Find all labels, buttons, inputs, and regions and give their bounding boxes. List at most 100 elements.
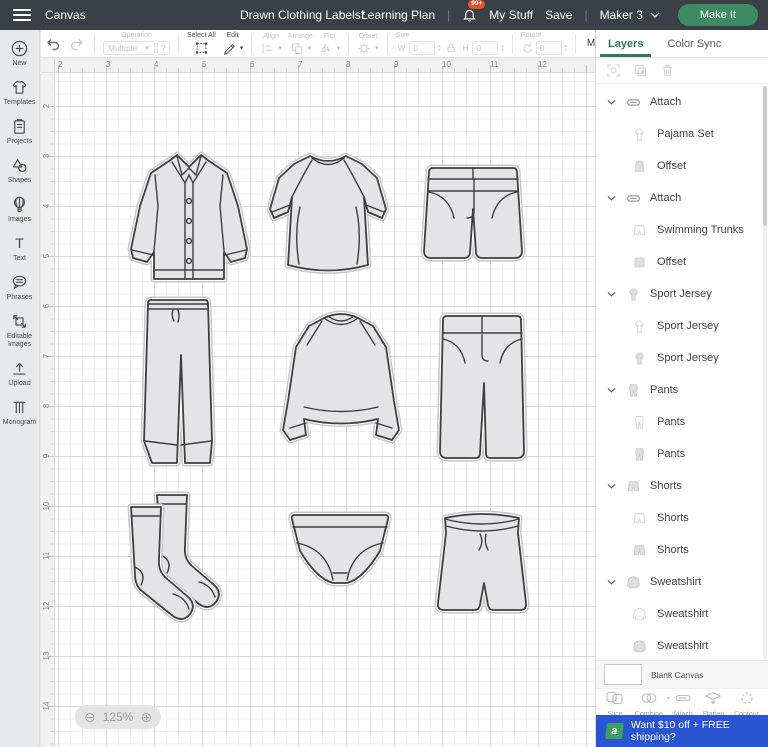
- sidebar-item-templates[interactable]: Templates: [0, 77, 40, 107]
- sidebar-item-upload[interactable]: Upload: [0, 358, 40, 388]
- layer-item-sport-jersey[interactable]: Sport Jersey: [596, 310, 768, 342]
- duplicate-icon[interactable]: [633, 63, 648, 78]
- sidebar-item-text[interactable]: TText: [0, 233, 40, 263]
- layer-item-shorts[interactable]: Shorts: [596, 502, 768, 534]
- canvas-object-underwear[interactable]: [283, 509, 397, 589]
- panel-scrollbar[interactable]: [763, 86, 767, 660]
- chevron-down-icon[interactable]: [606, 483, 616, 489]
- layer-group-sweatshirt[interactable]: Sweatshirt: [596, 566, 768, 598]
- layer-group-attach[interactable]: Attach: [596, 182, 768, 214]
- ruler-v-number: 3: [42, 149, 52, 163]
- slice-button[interactable]: Slice: [605, 691, 625, 718]
- sidebar-item-new[interactable]: New: [0, 38, 40, 68]
- rotate-stepper[interactable]: ▴▾: [565, 44, 567, 53]
- select-all-button[interactable]: Select All: [184, 31, 219, 56]
- learning-plan-link[interactable]: Learning Plan: [361, 8, 435, 22]
- sidebar-item-phrases[interactable]: Phrases: [0, 272, 40, 302]
- layer-item-pajama-set[interactable]: Pajama Set: [596, 118, 768, 150]
- width-stepper[interactable]: ▴▾: [438, 44, 440, 53]
- width-label: W: [398, 44, 406, 53]
- zoom-in-icon[interactable]: ⊕: [140, 709, 152, 726]
- sidebar-item-editable-images[interactable]: Editable Images: [0, 311, 40, 349]
- chevron-down-icon[interactable]: [606, 195, 616, 201]
- canvas-object-socks[interactable]: [121, 489, 233, 627]
- redo-button[interactable]: [65, 37, 89, 51]
- arrange-button[interactable]: Arrange ▾: [285, 32, 316, 56]
- group-select-icon[interactable]: [606, 63, 621, 78]
- notifications-button[interactable]: 99+: [462, 8, 477, 23]
- menu-icon[interactable]: [13, 9, 31, 21]
- canvas-menu-item[interactable]: Canvas: [45, 8, 86, 22]
- promo-banner[interactable]: a Want $10 off + FREE shipping?: [596, 715, 768, 747]
- rotate-input[interactable]: [536, 41, 562, 55]
- layer-item-offset[interactable]: Offset: [596, 246, 768, 278]
- machine-selector[interactable]: Maker 3: [600, 8, 660, 22]
- flatten-button[interactable]: Flatten: [703, 691, 724, 718]
- canvas-object-pants[interactable]: [437, 311, 527, 469]
- operation-select[interactable]: Multiple ▾: [103, 41, 155, 55]
- layer-group-pants[interactable]: Pants: [596, 374, 768, 406]
- text-icon: T: [15, 233, 24, 253]
- layer-item-sweatshirt[interactable]: Sweatshirt: [596, 598, 768, 630]
- chevron-down-icon: [650, 12, 660, 18]
- layer-group-shorts[interactable]: Shorts: [596, 470, 768, 502]
- delete-icon[interactable]: [660, 63, 675, 78]
- canvas-object-pajama-pants[interactable]: [137, 295, 219, 471]
- layer-item-label: Shorts: [657, 512, 689, 524]
- canvas-object-shorts[interactable]: [419, 161, 527, 271]
- save-button[interactable]: Save: [545, 8, 572, 22]
- layer-item-offset[interactable]: Offset: [596, 150, 768, 182]
- chevron-down-icon[interactable]: [606, 291, 616, 297]
- canvas-object-sweatshirt[interactable]: [277, 309, 405, 453]
- layer-group-attach[interactable]: Attach: [596, 86, 768, 118]
- top-header: Canvas Drawn Clothing Labels* Learning P…: [0, 0, 768, 30]
- sidebar-item-shapes[interactable]: Shapes: [0, 155, 40, 185]
- layer-tools: [596, 58, 768, 84]
- layer-item-shorts[interactable]: Shorts: [596, 534, 768, 566]
- canvas-grid[interactable]: ⊖ 125% ⊕: [55, 73, 595, 747]
- phrases-icon: [10, 272, 29, 292]
- canvas-object-sport-jersey[interactable]: [265, 149, 391, 281]
- attach-button[interactable]: Attach: [673, 691, 693, 718]
- blank-canvas-row[interactable]: Blank Canvas: [596, 660, 768, 688]
- ruler-v-number: 8: [42, 399, 52, 413]
- sidebar-item-monogram[interactable]: Monogram: [0, 397, 40, 427]
- layer-item-sport-jersey[interactable]: Sport Jersey: [596, 342, 768, 374]
- edit-button[interactable]: Edit ▾: [219, 31, 247, 56]
- sidebar-item-images[interactable]: Images: [0, 194, 40, 224]
- height-input[interactable]: [472, 41, 498, 55]
- layer-item-swimming-trunks[interactable]: Swimming Trunks: [596, 214, 768, 246]
- align-button[interactable]: Align ▾: [257, 32, 285, 56]
- layer-item-sweatshirt[interactable]: Sweatshirt: [596, 630, 768, 660]
- ruler-h-number: 2: [58, 60, 62, 69]
- chevron-down-icon[interactable]: [606, 99, 616, 105]
- design-canvas[interactable]: 23456789101112 234567891011121314: [41, 59, 595, 747]
- zoom-out-icon[interactable]: ⊖: [84, 709, 96, 726]
- undo-button[interactable]: [41, 37, 65, 51]
- layer-item-pants[interactable]: Pants: [596, 406, 768, 438]
- lock-icon[interactable]: [445, 42, 457, 54]
- width-input[interactable]: [409, 41, 435, 55]
- layer-item-pants[interactable]: Pants: [596, 438, 768, 470]
- layer-group-sport-jersey[interactable]: Sport Jersey: [596, 278, 768, 310]
- height-stepper[interactable]: ▴▾: [501, 44, 503, 53]
- scrollbar-thumb[interactable]: [763, 86, 767, 226]
- sidebar-item-label: Upload: [8, 380, 30, 388]
- chevron-down-icon[interactable]: [606, 579, 616, 585]
- contour-button[interactable]: Contour: [734, 691, 759, 718]
- flip-button[interactable]: Flip ▾: [316, 32, 344, 56]
- canvas-object-pajama-top[interactable]: [125, 151, 253, 287]
- offset-button[interactable]: Offset ▾: [354, 32, 382, 56]
- operation-help-button[interactable]: ?: [157, 41, 170, 55]
- pants-filled-icon: [624, 381, 642, 399]
- combine-button[interactable]: Combine▾: [635, 691, 663, 718]
- sidebar-item-label: Shapes: [8, 177, 32, 185]
- my-stuff-link[interactable]: My Stuff: [489, 8, 533, 22]
- tab-color-sync[interactable]: Color Sync: [655, 30, 733, 57]
- make-it-button[interactable]: Make It: [678, 4, 758, 26]
- canvas-object-swimming-trunks[interactable]: [431, 509, 533, 625]
- tab-layers[interactable]: Layers: [596, 30, 655, 57]
- chevron-down-icon[interactable]: [606, 387, 616, 393]
- sidebar-item-projects[interactable]: Projects: [0, 116, 40, 146]
- canvas-color-swatch[interactable]: [604, 664, 642, 685]
